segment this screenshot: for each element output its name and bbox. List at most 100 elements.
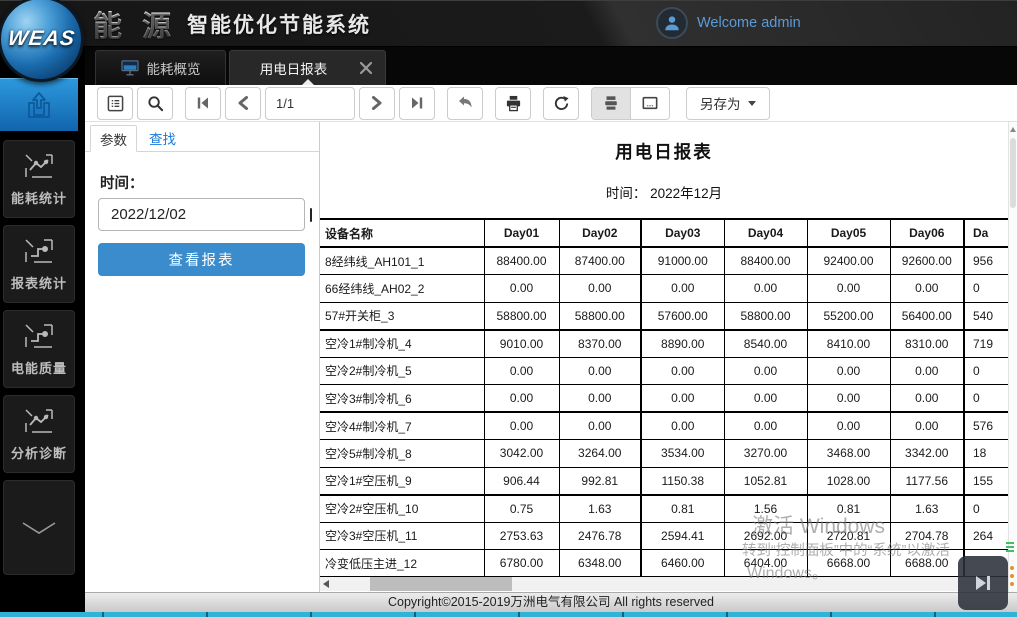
export-icon [23, 90, 55, 120]
app-subtitle: 智能优化节能系统 [187, 9, 371, 39]
sidebar-collapse-button[interactable] [3, 480, 75, 575]
user-menu[interactable]: Welcome admin [656, 7, 801, 39]
print-setup-button[interactable] [592, 88, 630, 119]
table-row: 8经纬线_AH101_188400.0087400.0091000.008840… [320, 247, 1008, 275]
table-row: 空冷2#空压机_100.751.630.811.560.811.630 [320, 495, 1008, 523]
report-viewer: 用电日报表 时间： 2022年12月 设备名称Day01Day02Day03Da… [320, 122, 1008, 592]
value-cell: 88400.00 [724, 247, 807, 275]
user-avatar[interactable] [656, 7, 688, 39]
horizontal-scroll-thumb[interactable] [370, 577, 512, 591]
value-cell: 3534.00 [641, 440, 724, 468]
value-cell: 0 [964, 357, 1008, 385]
panel-tabs: 参数 查找 [85, 122, 319, 152]
report-table: 设备名称Day01Day02Day03Day04Day05Day06Da 8经纬… [320, 218, 1008, 578]
value-cell: 0.00 [484, 385, 559, 413]
last-page-button[interactable] [399, 87, 435, 120]
value-cell: 0.00 [724, 385, 807, 413]
column-header: Day06 [890, 219, 964, 247]
tab-bar: 能耗概览 用电日报表 [0, 47, 1017, 85]
tab-label: 能耗概览 [147, 58, 201, 78]
sidebar-item-label: 分析诊断 [11, 443, 67, 462]
value-cell: 3264.00 [559, 440, 641, 468]
value-cell: 88400.00 [484, 247, 559, 275]
scroll-up-icon[interactable] [1010, 127, 1016, 132]
value-cell: 92400.00 [807, 247, 890, 275]
value-cell: 6668.00 [807, 550, 890, 578]
sidebar-item-power-quality[interactable]: 电能质量 [3, 310, 75, 388]
device-name-cell: 空冷3#制冷机_6 [320, 385, 484, 413]
refresh-button[interactable] [543, 87, 579, 120]
horizontal-scrollbar[interactable] [320, 577, 1008, 591]
table-row: 冷变低压主进_126780.006348.006460.006404.00666… [320, 550, 1008, 578]
value-cell: 8310.00 [890, 330, 964, 358]
search-button[interactable] [137, 87, 173, 120]
value-cell: 3042.00 [484, 440, 559, 468]
view-report-button[interactable]: 查看报表 [98, 243, 305, 276]
first-page-button[interactable] [185, 87, 221, 120]
value-cell: 0.00 [724, 275, 807, 303]
report-subtitle: 时间： 2022年12月 [320, 182, 1008, 202]
value-cell: 0.00 [559, 412, 641, 440]
recorder-menu-dots[interactable] [1010, 566, 1014, 590]
value-cell: 3270.00 [724, 440, 807, 468]
value-cell: 0.00 [484, 412, 559, 440]
value-cell: 576 [964, 412, 1008, 440]
value-cell: 2753.63 [484, 522, 559, 550]
undo-button[interactable] [447, 87, 483, 120]
vertical-scroll-thumb[interactable] [1010, 138, 1016, 208]
save-as-button[interactable]: 另存为 [686, 87, 770, 120]
vertical-scrollbar[interactable] [1008, 122, 1017, 592]
value-cell: 0.81 [807, 495, 890, 523]
table-row: 空冷5#制冷机_83042.003264.003534.003270.00346… [320, 440, 1008, 468]
calendar-icon[interactable] [310, 208, 312, 222]
value-cell: 91000.00 [641, 247, 724, 275]
print-button[interactable] [495, 87, 531, 120]
sidebar-item-analysis[interactable]: 分析诊断 [3, 395, 75, 473]
close-icon[interactable] [359, 61, 373, 75]
value-cell: 956 [964, 247, 1008, 275]
device-name-cell: 冷变低压主进_12 [320, 550, 484, 578]
recorder-overlay-button[interactable] [958, 556, 1008, 610]
page-indicator-input[interactable] [265, 87, 355, 120]
sidebar-item-energy-stats[interactable]: 能耗统计 [3, 140, 75, 218]
next-page-icon [371, 96, 383, 110]
next-page-button[interactable] [359, 87, 395, 120]
print-icon [505, 95, 522, 112]
device-name-cell: 空冷2#制冷机_5 [320, 357, 484, 385]
value-cell: 6688.00 [890, 550, 964, 578]
value-cell: 92600.00 [890, 247, 964, 275]
value-cell: 8370.00 [559, 330, 641, 358]
tab-parameters[interactable]: 参数 [90, 125, 137, 152]
device-name-cell: 空冷2#空压机_10 [320, 495, 484, 523]
value-cell: 0.00 [559, 275, 641, 303]
value-cell: 0 [964, 495, 1008, 523]
sidebar-item-report-stats[interactable]: 报表统计 [3, 225, 75, 303]
value-cell: 0.00 [724, 357, 807, 385]
dialog-view-button[interactable] [631, 88, 669, 119]
value-cell: 0.00 [807, 412, 890, 440]
dialog-icon [642, 96, 658, 110]
value-cell: 0.00 [484, 357, 559, 385]
value-cell: 906.44 [484, 467, 559, 495]
tab-search[interactable]: 查找 [149, 124, 176, 151]
value-cell: 1177.56 [890, 467, 964, 495]
undo-icon [456, 95, 474, 111]
table-header-row: 设备名称Day01Day02Day03Day04Day05Day06Da [320, 219, 1008, 247]
report-title: 用电日报表 [320, 139, 1008, 164]
toc-button[interactable] [97, 87, 133, 120]
energy-stats-icon [22, 152, 56, 180]
time-label: 时间： [100, 172, 144, 193]
value-cell: 0.00 [724, 412, 807, 440]
prev-page-button[interactable] [225, 87, 261, 120]
tab-energy-overview[interactable]: 能耗概览 [95, 50, 226, 85]
sidebar-item-export[interactable] [0, 78, 78, 131]
scroll-left-icon[interactable] [323, 580, 329, 588]
date-field-wrap [98, 198, 305, 231]
date-input[interactable] [99, 206, 310, 223]
table-row: 空冷1#制冷机_49010.008370.008890.008540.00841… [320, 330, 1008, 358]
value-cell: 6460.00 [641, 550, 724, 578]
tab-daily-power-report[interactable]: 用电日报表 [229, 50, 386, 85]
device-name-cell: 空冷4#制冷机_7 [320, 412, 484, 440]
toc-icon [107, 95, 124, 112]
value-cell: 0 [964, 275, 1008, 303]
